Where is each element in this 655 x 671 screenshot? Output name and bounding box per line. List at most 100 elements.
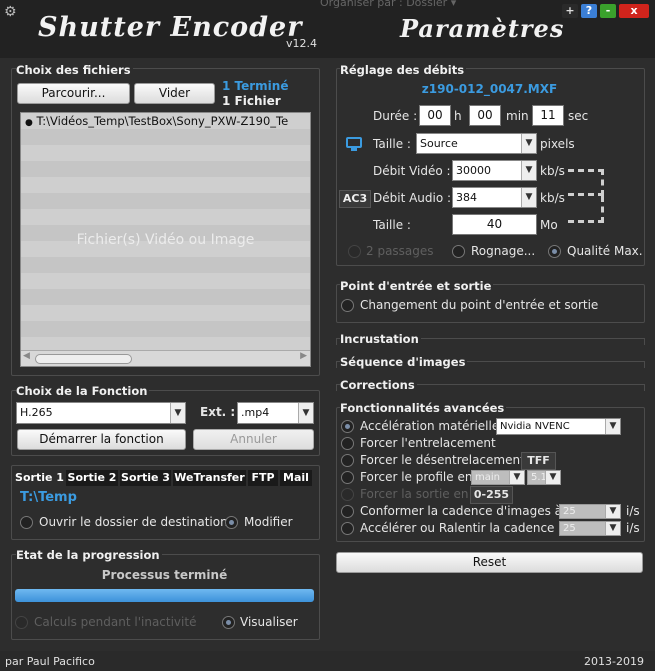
video-bitrate-select[interactable]: 30000 ▼ [452,160,537,181]
crop-radio[interactable] [452,245,465,258]
modify-label: Modifier [244,515,293,529]
ac3-badge[interactable]: AC3 [339,190,371,208]
minutes-input[interactable]: 00 [469,105,501,126]
conform-rate-radio[interactable] [341,505,354,518]
video-bitrate-value: 30000 [456,164,491,177]
monitor-stand [351,148,357,151]
chevron-down-icon: ▼ [545,471,560,484]
tab-ftp[interactable]: FTP [248,470,278,486]
reset-button[interactable]: Reset [336,552,643,573]
force-profile-radio[interactable] [341,471,354,484]
visualize-radio[interactable] [222,616,235,629]
list-item[interactable]: ● T:\Vidéos_Temp\TestBox\Sony_PXW-Z190_T… [25,114,288,128]
force-deinterlace-label: Forcer le désentrelacement : [360,453,533,467]
inout-title: Point d'entrée et sortie [340,279,494,293]
chevron-down-icon: ▼ [521,134,536,153]
chevron-down-icon: ▼ [605,522,620,535]
chevron-down-icon: ▼ [170,403,185,423]
video-bitrate-label: Débit Vidéo : [373,164,451,178]
progress-title: Etat de la progression [16,548,162,562]
conform-rate-label: Conformer la cadence d'images à : [360,504,570,518]
force-interlace-radio[interactable] [341,437,354,450]
idle-calc-radio[interactable] [15,616,28,629]
conform-rate-unit: i/s [626,504,640,518]
function-title: Choix de la Fonction [16,384,150,398]
cancel-button[interactable]: Annuler [193,429,314,450]
conform-rate-select[interactable]: 25 ▼ [559,504,621,519]
tab-wetransfer[interactable]: WeTransfer [173,470,246,486]
close-icon[interactable]: x [619,4,649,18]
modify-radio[interactable] [225,516,238,529]
chevron-down-icon: ▼ [521,161,536,180]
function-select[interactable]: H.265 ▼ [16,402,186,424]
tab-mail[interactable]: Mail [280,470,312,486]
two-pass-radio[interactable] [348,245,361,258]
resolution-value: Source [420,137,458,150]
progress-bar [15,589,314,602]
max-quality-radio[interactable] [548,245,561,258]
file-size-input[interactable]: 40 [452,214,537,235]
tab-output-1[interactable]: Sortie 1 [15,470,64,486]
corrections-title[interactable]: Corrections [340,378,417,392]
audio-bitrate-select[interactable]: 384 ▼ [452,187,537,208]
open-folder-radio[interactable] [20,516,33,529]
audio-bitrate-unit: kb/s [540,191,565,205]
ext-label: Ext. : [200,405,236,419]
tab-output-3[interactable]: Sortie 3 [120,470,171,486]
minimize-icon[interactable]: - [600,4,616,18]
level-select[interactable]: 5.1 ▼ [527,470,561,485]
hours-input[interactable]: 00 [419,105,451,126]
scroll-right-icon[interactable]: ▶ [300,351,307,361]
scroll-left-icon[interactable]: ◀ [23,351,30,361]
speed-rate-radio[interactable] [341,522,354,535]
app-version: v12.4 [286,37,318,50]
hw-accel-radio[interactable] [341,420,354,433]
extension-select[interactable]: .mp4 ▼ [237,402,314,424]
scrollbar-thumb[interactable] [35,354,132,364]
force-profile-label: Forcer le profile en : [360,470,481,484]
chevron-down-icon: ▼ [298,403,313,423]
tab-output-2[interactable]: Sortie 2 [66,470,118,486]
force-deinterlace-radio[interactable] [341,454,354,467]
help-icon[interactable]: ? [581,4,597,18]
field-order-button[interactable]: TFF [521,452,556,470]
bullet-icon: ● [25,118,33,128]
overlay-title[interactable]: Incrustation [340,332,421,346]
file-count: 1 Fichier [222,94,281,108]
chevron-down-icon: ▼ [509,471,524,484]
start-function-button[interactable]: Démarrer la fonction [17,429,186,450]
profile-select[interactable]: main ▼ [471,470,525,485]
output-path[interactable]: T:\Temp [20,490,77,505]
chevron-down-icon: ▼ [605,419,620,434]
link-bracket-bottom [568,196,604,223]
image-sequence-title[interactable]: Séquence d'images [340,355,468,369]
resolution-select[interactable]: Source ▼ [416,133,537,154]
audio-bitrate-label: Débit Audio : [373,191,452,205]
chevron-down-icon: ▼ [521,188,536,207]
file-size-label: Taille : [373,218,411,232]
extension-value: .mp4 [241,406,270,419]
horizontal-scrollbar[interactable]: ◀ ▶ [21,350,310,366]
file-list[interactable]: ● T:\Vidéos_Temp\TestBox\Sony_PXW-Z190_T… [20,112,311,367]
range-button[interactable]: 0-255 [470,486,513,504]
clear-button[interactable]: Vider [134,83,215,104]
settings-gear-icon[interactable]: ⚙ [4,4,17,20]
inout-radio[interactable] [341,299,354,312]
plus-icon[interactable]: + [562,4,578,18]
monitor-icon[interactable] [346,137,362,148]
app-title: Shutter Encoder [38,12,303,43]
browse-button[interactable]: Parcourir... [17,83,130,104]
hw-accel-label: Accélération matérielle : [360,419,508,433]
force-output-radio[interactable] [341,488,354,501]
pixels-unit: pixels [540,137,575,151]
hw-accel-select[interactable]: Nvidia NVENC ▼ [496,418,621,435]
crop-label: Rognage... [471,244,536,258]
speed-rate-select[interactable]: 25 ▼ [559,521,621,536]
done-count: 1 Terminé [222,79,289,93]
footer-years: 2013-2019 [584,655,644,668]
advanced-title: Fonctionnalités avancées [340,401,507,415]
seconds-input[interactable]: 11 [532,105,564,126]
audio-bitrate-value: 384 [456,191,477,204]
file-path: T:\Vidéos_Temp\TestBox\Sony_PXW-Z190_Te [36,114,289,128]
max-quality-label: Qualité Max. [567,244,643,258]
